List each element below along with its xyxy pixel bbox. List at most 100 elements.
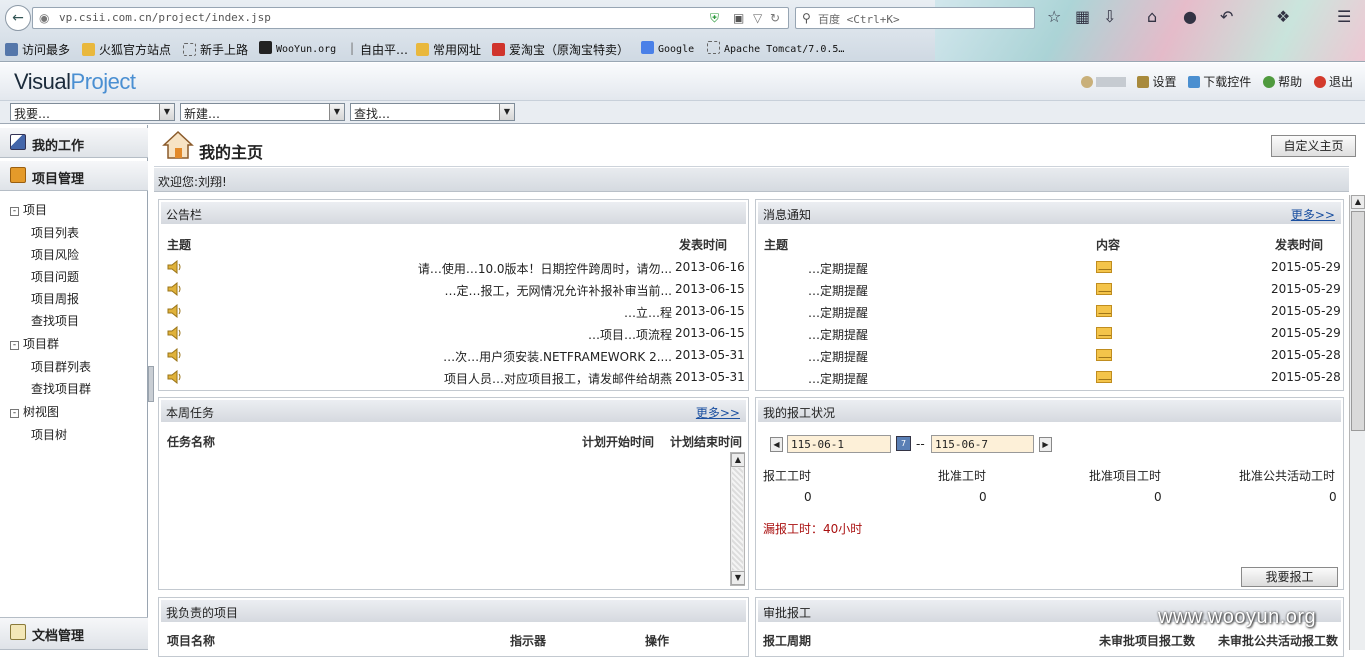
- mail-icon[interactable]: [1096, 261, 1112, 273]
- sidebar-item-find-project[interactable]: 查找项目: [31, 312, 79, 329]
- bookmark-item[interactable]: WooYun.org: [259, 41, 336, 55]
- bookmarks-toolbar: 访问最多 火狐官方站点 新手上路 WooYun.org | 自由平… 常用网址 …: [0, 38, 940, 60]
- bulletin-row[interactable]: …立…程 2013-06-15: [159, 302, 748, 322]
- scroll-track[interactable]: [732, 468, 743, 570]
- bulletin-subject[interactable]: 请…使用…10.0版本！日期控件跨周时，请勿...: [418, 260, 672, 277]
- settings-link[interactable]: 设置: [1137, 73, 1176, 90]
- shield-icon[interactable]: ⛨: [710, 11, 719, 25]
- message-row[interactable]: …定期提醒 2015-05-29: [756, 324, 1343, 344]
- bulletin-subject[interactable]: …项目…项流程: [588, 326, 672, 343]
- prev-week-button[interactable]: ◀: [770, 437, 783, 452]
- message-row[interactable]: …定期提醒 2015-05-29: [756, 302, 1343, 322]
- bookmark-item[interactable]: 访问最多: [5, 41, 70, 58]
- next-week-button[interactable]: ▶: [1039, 437, 1052, 452]
- bulletin-subject[interactable]: 项目人员…对应项目报工，请发邮件给胡燕: [444, 370, 672, 387]
- mail-icon[interactable]: [1096, 371, 1112, 383]
- sidebar-item-project-risk[interactable]: 项目风险: [31, 246, 79, 263]
- sidebar-item-program-list[interactable]: 项目群列表: [31, 358, 91, 375]
- sidebar-item-project-list[interactable]: 项目列表: [31, 224, 79, 241]
- download-control-link[interactable]: 下载控件: [1188, 73, 1251, 90]
- sidebar-section-doc-mgmt[interactable]: 文档管理: [0, 617, 148, 650]
- bulletin-row[interactable]: …项目…项流程 2013-06-15: [159, 324, 748, 344]
- sidebar-item-find-program[interactable]: 查找项目群: [31, 380, 91, 397]
- quick-select-bar: 我要… ▼ 新建… ▼ 查找… ▼: [0, 101, 1365, 124]
- bookmark-item[interactable]: Google: [641, 41, 694, 55]
- bulletin-subject[interactable]: …立…程: [624, 304, 672, 321]
- bulletin-subject[interactable]: …定…报工，无网情况允许补报补审当前...: [445, 282, 672, 299]
- bookmark-item[interactable]: Apache Tomcat/7.0.5…: [707, 41, 844, 55]
- bookmark-item[interactable]: 新手上路: [183, 41, 248, 58]
- tasks-scrollbar[interactable]: ▲ ▼: [730, 452, 745, 586]
- sidebar-section-my-work[interactable]: 我的工作: [0, 128, 148, 158]
- bookmark-item[interactable]: 常用网址: [416, 41, 481, 58]
- tree-group-tree-view[interactable]: - 树视图: [10, 403, 59, 420]
- message-subject[interactable]: …定期提醒: [808, 326, 868, 343]
- tree-group-program[interactable]: - 项目群: [10, 335, 59, 352]
- report-button[interactable]: 我要报工: [1241, 567, 1338, 587]
- bulletin-row[interactable]: …定…报工，无网情况允许补报补审当前... 2013-06-15: [159, 280, 748, 300]
- message-row[interactable]: …定期提醒 2015-05-28: [756, 346, 1343, 366]
- scroll-up-icon[interactable]: ▲: [731, 453, 745, 467]
- date-to-input[interactable]: 115-06-7: [931, 435, 1034, 453]
- date-from-input[interactable]: 115-06-1: [787, 435, 891, 453]
- bookmark-manager-icon[interactable]: ▦: [1075, 8, 1090, 26]
- logout-link[interactable]: 退出: [1313, 73, 1353, 90]
- addon-icon[interactable]: ❖: [1276, 8, 1290, 26]
- find-select[interactable]: 查找… ▼: [350, 103, 515, 121]
- speaker-icon: [167, 348, 181, 362]
- bookmark-item[interactable]: 自由平…: [360, 41, 408, 58]
- undo-icon[interactable]: ↶: [1220, 8, 1233, 26]
- message-subject[interactable]: …定期提醒: [808, 260, 868, 277]
- col-subject: 主题: [764, 238, 789, 252]
- page-scrollbar[interactable]: ▲: [1349, 195, 1365, 650]
- i-want-select[interactable]: 我要… ▼: [10, 103, 175, 121]
- download-icon[interactable]: ⇩: [1103, 8, 1116, 26]
- new-select[interactable]: 新建… ▼: [180, 103, 345, 121]
- mail-icon[interactable]: [1096, 305, 1112, 317]
- mail-icon[interactable]: [1096, 349, 1112, 361]
- home-icon[interactable]: ⌂: [1147, 8, 1157, 26]
- address-bar[interactable]: ◉ vp.csii.com.cn/project/index.jsp ⛨ ▣ ▽…: [32, 7, 789, 29]
- panel-header: 公告栏: [161, 202, 746, 224]
- mail-icon[interactable]: [1096, 283, 1112, 295]
- calendar-icon[interactable]: 7: [896, 436, 911, 451]
- back-button[interactable]: ←: [5, 5, 31, 31]
- message-row[interactable]: …定期提醒 2015-05-28: [756, 368, 1343, 388]
- taobao-icon: [492, 43, 505, 56]
- dropdown-icon[interactable]: ▽: [753, 11, 762, 25]
- bulletin-subject[interactable]: …次…用户须安装.NETFRAMEWORK 2....: [443, 348, 672, 365]
- sidebar-item-project-tree[interactable]: 项目树: [31, 426, 67, 443]
- qr-icon[interactable]: ▣: [733, 11, 744, 25]
- search-box[interactable]: ⚲ 百度 <Ctrl+K>: [795, 7, 1035, 29]
- scroll-thumb[interactable]: [1351, 211, 1365, 431]
- sidebar-section-project-mgmt[interactable]: 项目管理: [0, 161, 148, 191]
- bulletin-row[interactable]: 项目人员…对应项目报工，请发邮件给胡燕 2013-05-31: [159, 368, 748, 388]
- star-icon[interactable]: ☆: [1047, 8, 1061, 26]
- more-link[interactable]: 更多>>: [1291, 206, 1335, 223]
- more-link[interactable]: 更多>>: [696, 404, 740, 421]
- customize-homepage-button[interactable]: 自定义主页: [1271, 135, 1356, 157]
- message-subject[interactable]: …定期提醒: [808, 348, 868, 365]
- message-subject[interactable]: …定期提醒: [808, 370, 868, 387]
- scroll-up-icon[interactable]: ▲: [1351, 195, 1365, 209]
- bookmark-item[interactable]: 火狐官方站点: [82, 41, 171, 58]
- mail-icon[interactable]: [1096, 327, 1112, 339]
- message-subject[interactable]: …定期提醒: [808, 282, 868, 299]
- user-menu[interactable]: [1080, 75, 1126, 89]
- help-link[interactable]: 帮助: [1263, 73, 1302, 90]
- refresh-icon[interactable]: ↻: [770, 11, 780, 25]
- label-report-hours: 报工工时: [763, 469, 812, 483]
- chat-icon[interactable]: ●: [1183, 8, 1197, 26]
- bookmark-item[interactable]: 爱淘宝（原淘宝特卖）: [492, 41, 629, 58]
- page-title-row: 我的主页 自定义主页: [154, 125, 1356, 167]
- message-row[interactable]: …定期提醒 2015-05-29: [756, 258, 1343, 278]
- tree-group-project[interactable]: - 项目: [10, 201, 47, 218]
- bulletin-row[interactable]: 请…使用…10.0版本！日期控件跨周时，请勿... 2013-06-16: [159, 258, 748, 278]
- scroll-down-icon[interactable]: ▼: [731, 571, 745, 585]
- message-subject[interactable]: …定期提醒: [808, 304, 868, 321]
- menu-icon[interactable]: ☰: [1337, 8, 1351, 26]
- sidebar-item-project-weekly[interactable]: 项目周报: [31, 290, 79, 307]
- message-row[interactable]: …定期提醒 2015-05-29: [756, 280, 1343, 300]
- sidebar-item-project-issue[interactable]: 项目问题: [31, 268, 79, 285]
- bulletin-row[interactable]: …次…用户须安装.NETFRAMEWORK 2.... 2013-05-31: [159, 346, 748, 366]
